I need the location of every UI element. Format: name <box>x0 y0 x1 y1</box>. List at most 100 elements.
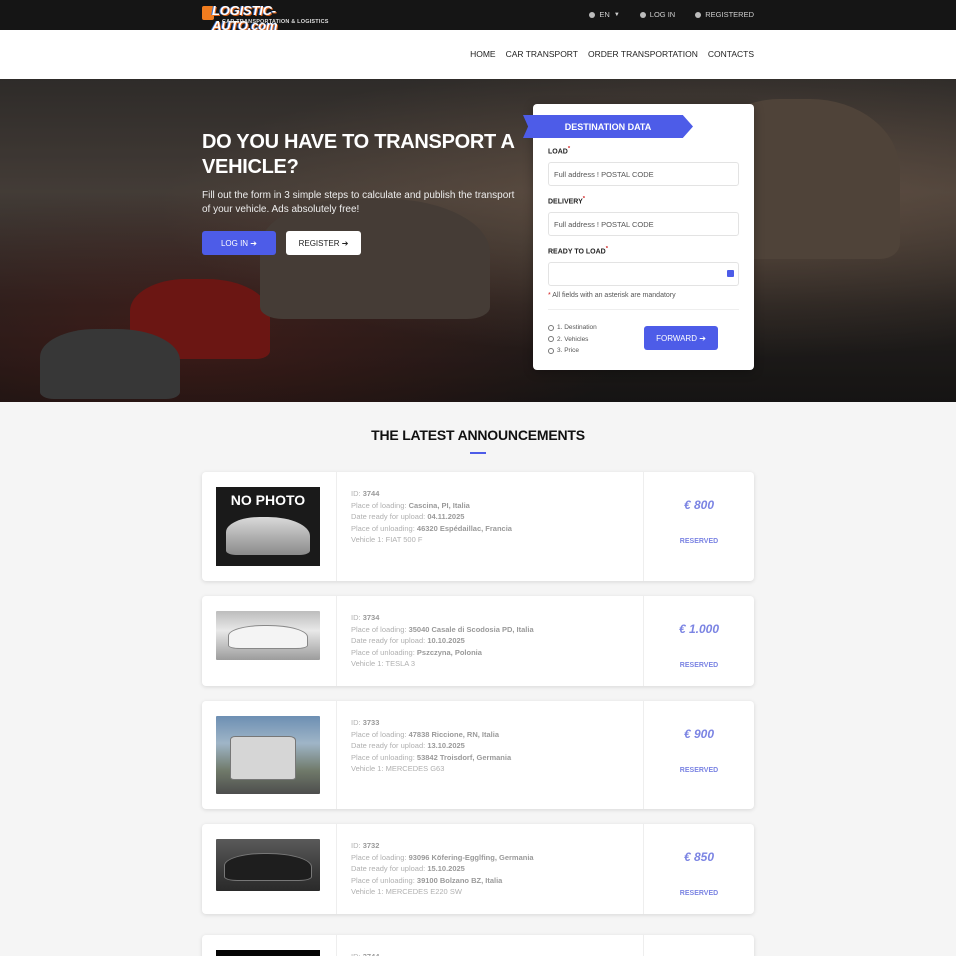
vehicle-label: Vehicle 1: <box>351 535 384 544</box>
announcement-card[interactable]: ID: 3733 Place of loading: 47838 Riccion… <box>202 701 754 809</box>
unloading-label: Place of unloading: <box>351 523 415 533</box>
top-links: EN ▼ LOG IN REGISTERED <box>589 10 754 19</box>
status-badge: RESERVED <box>679 538 719 545</box>
card-divider <box>336 935 337 956</box>
vehicle-name: MERCEDES E220 SW <box>385 887 462 896</box>
delivery-input-placeholder: Full address ! POSTAL CODE <box>554 219 654 229</box>
date-label: Date ready for upload: <box>351 864 426 873</box>
announcement-id: 3744 <box>362 489 380 498</box>
id-label: ID: <box>351 841 361 850</box>
announcement-card[interactable]: ID: 3732 Place of loading: 93096 Köferin… <box>202 824 754 914</box>
required-mark: * <box>582 196 586 202</box>
step-label: 1. Destination <box>557 324 597 331</box>
language-selector[interactable]: EN ▼ <box>589 10 620 19</box>
register-link[interactable]: REGISTERED <box>695 10 754 19</box>
step-item: 3. Price <box>548 345 597 357</box>
card-divider <box>336 824 337 914</box>
nav-order-transportation[interactable]: ORDER TRANSPORTATION <box>588 49 698 59</box>
required-mark: * <box>567 146 571 152</box>
announcement-details: ID: 3734 Place of loading: 35040 Casale … <box>351 612 534 670</box>
loading-label: Place of loading: <box>351 500 407 510</box>
hero-description: Fill out the form in 3 simple steps to c… <box>202 190 515 215</box>
vehicle-label: Vehicle 1: <box>351 659 384 668</box>
date-label: Date ready for upload: <box>351 741 426 750</box>
vehicle-name: MERCEDES G63 <box>385 764 445 773</box>
vehicle-name: FIAT 500 F <box>385 535 423 544</box>
vehicle-photo <box>216 611 320 660</box>
date-label: Date ready for upload: <box>351 512 426 521</box>
announcement-card[interactable]: ID: 3744 <box>202 935 754 956</box>
announcement-id: 3732 <box>362 841 380 850</box>
delivery-label-text: DELIVERY <box>548 198 583 206</box>
announcement-id: 3733 <box>362 718 380 727</box>
card-divider <box>643 596 644 686</box>
id-label: ID: <box>351 489 361 498</box>
ready-label-text: READY TO LOAD <box>548 248 606 256</box>
top-bar: LOGISTIC-AUTO.com CAR TRANSPORTATION & L… <box>0 0 956 33</box>
white-car-image <box>228 625 308 649</box>
price: € 800 <box>683 498 715 512</box>
loading-place: 93096 Köfering-Egglfing, Germania <box>408 852 534 862</box>
announcement-card[interactable]: NO PHOTO ID: 3744 Place of loading: Casc… <box>202 472 754 581</box>
ready-date: 15.10.2025 <box>427 864 465 873</box>
no-photo-thumbnail: NO PHOTO <box>216 487 320 566</box>
delivery-input[interactable]: Full address ! POSTAL CODE <box>548 212 739 236</box>
announcement-card[interactable]: ID: 3734 Place of loading: 35040 Casale … <box>202 596 754 686</box>
vehicle-photo <box>216 716 320 794</box>
ready-date: 13.10.2025 <box>427 741 465 750</box>
id-label: ID: <box>351 718 361 727</box>
date-label: Date ready for upload: <box>351 636 426 645</box>
logo-text: LOGISTIC-AUTO.com <box>212 3 278 33</box>
card-divider <box>643 701 644 809</box>
unloading-label: Place of unloading: <box>351 875 415 885</box>
load-label-text: LOAD <box>548 148 568 156</box>
forward-button[interactable]: FORWARD ➔ <box>644 326 718 350</box>
announcement-details: ID: 3732 Place of loading: 93096 Köferin… <box>351 840 534 898</box>
status-badge: RESERVED <box>679 890 719 897</box>
hero-overlay <box>0 79 956 402</box>
required-mark: * <box>548 292 551 299</box>
unloading-place: 39100 Bolzano BZ, Italia <box>416 875 503 885</box>
calendar-icon[interactable] <box>727 270 734 277</box>
loading-label: Place of loading: <box>351 729 407 739</box>
power-icon <box>639 11 646 18</box>
announcement-details: ID: 3744 <box>351 951 379 956</box>
vehicle-label: Vehicle 1: <box>351 887 384 896</box>
load-label: LOAD* <box>548 146 570 155</box>
no-photo-label: NO PHOTO <box>230 492 306 508</box>
form-steps: 1. Destination 2. Vehicles 3. Price <box>548 322 597 357</box>
delivery-label: DELIVERY* <box>548 196 585 205</box>
card-divider <box>336 472 337 581</box>
step-label: 2. Vehicles <box>557 335 589 343</box>
main-nav: HOME CAR TRANSPORT ORDER TRANSPORTATION … <box>0 30 956 79</box>
id-label: ID: <box>351 952 361 956</box>
language-label: EN <box>599 10 610 19</box>
nav-car-transport[interactable]: CAR TRANSPORT <box>506 49 578 59</box>
ready-date: 10.10.2025 <box>427 636 465 645</box>
logo-subtitle: CAR TRANSPORTATION & LOGISTICS <box>222 19 329 25</box>
announcement-details: ID: 3744 Place of loading: Cascina, PI, … <box>351 488 512 546</box>
card-divider <box>336 596 337 686</box>
card-divider <box>643 824 644 914</box>
load-input[interactable]: Full address ! POSTAL CODE <box>548 162 739 186</box>
nav-contacts[interactable]: CONTACTS <box>708 49 754 59</box>
step-label: 3. Price <box>557 347 580 354</box>
load-input-placeholder: Full address ! POSTAL CODE <box>554 169 654 179</box>
step-item: 2. Vehicles <box>548 334 597 346</box>
hero-login-button[interactable]: LOG IN ➔ <box>202 231 276 255</box>
hero-banner <box>0 79 956 402</box>
loading-place: 47838 Riccione, RN, Italia <box>408 729 500 739</box>
ready-to-load-date-input[interactable] <box>548 262 739 286</box>
card-divider <box>336 701 337 809</box>
announcement-id: 3734 <box>362 613 380 622</box>
required-mark: * <box>605 246 608 252</box>
vehicle-photo <box>216 950 320 956</box>
white-suv-image <box>230 736 296 780</box>
loading-place: Cascina, PI, Italia <box>408 500 470 510</box>
nav-home[interactable]: HOME <box>470 49 496 59</box>
dark-car-image <box>224 853 312 881</box>
site-logo[interactable]: LOGISTIC-AUTO.com CAR TRANSPORTATION & L… <box>202 3 329 33</box>
unloading-place: 46320 Espédaillac, Francia <box>416 523 512 533</box>
hero-register-button[interactable]: REGISTER ➔ <box>286 231 361 255</box>
login-link[interactable]: LOG IN <box>639 10 675 19</box>
